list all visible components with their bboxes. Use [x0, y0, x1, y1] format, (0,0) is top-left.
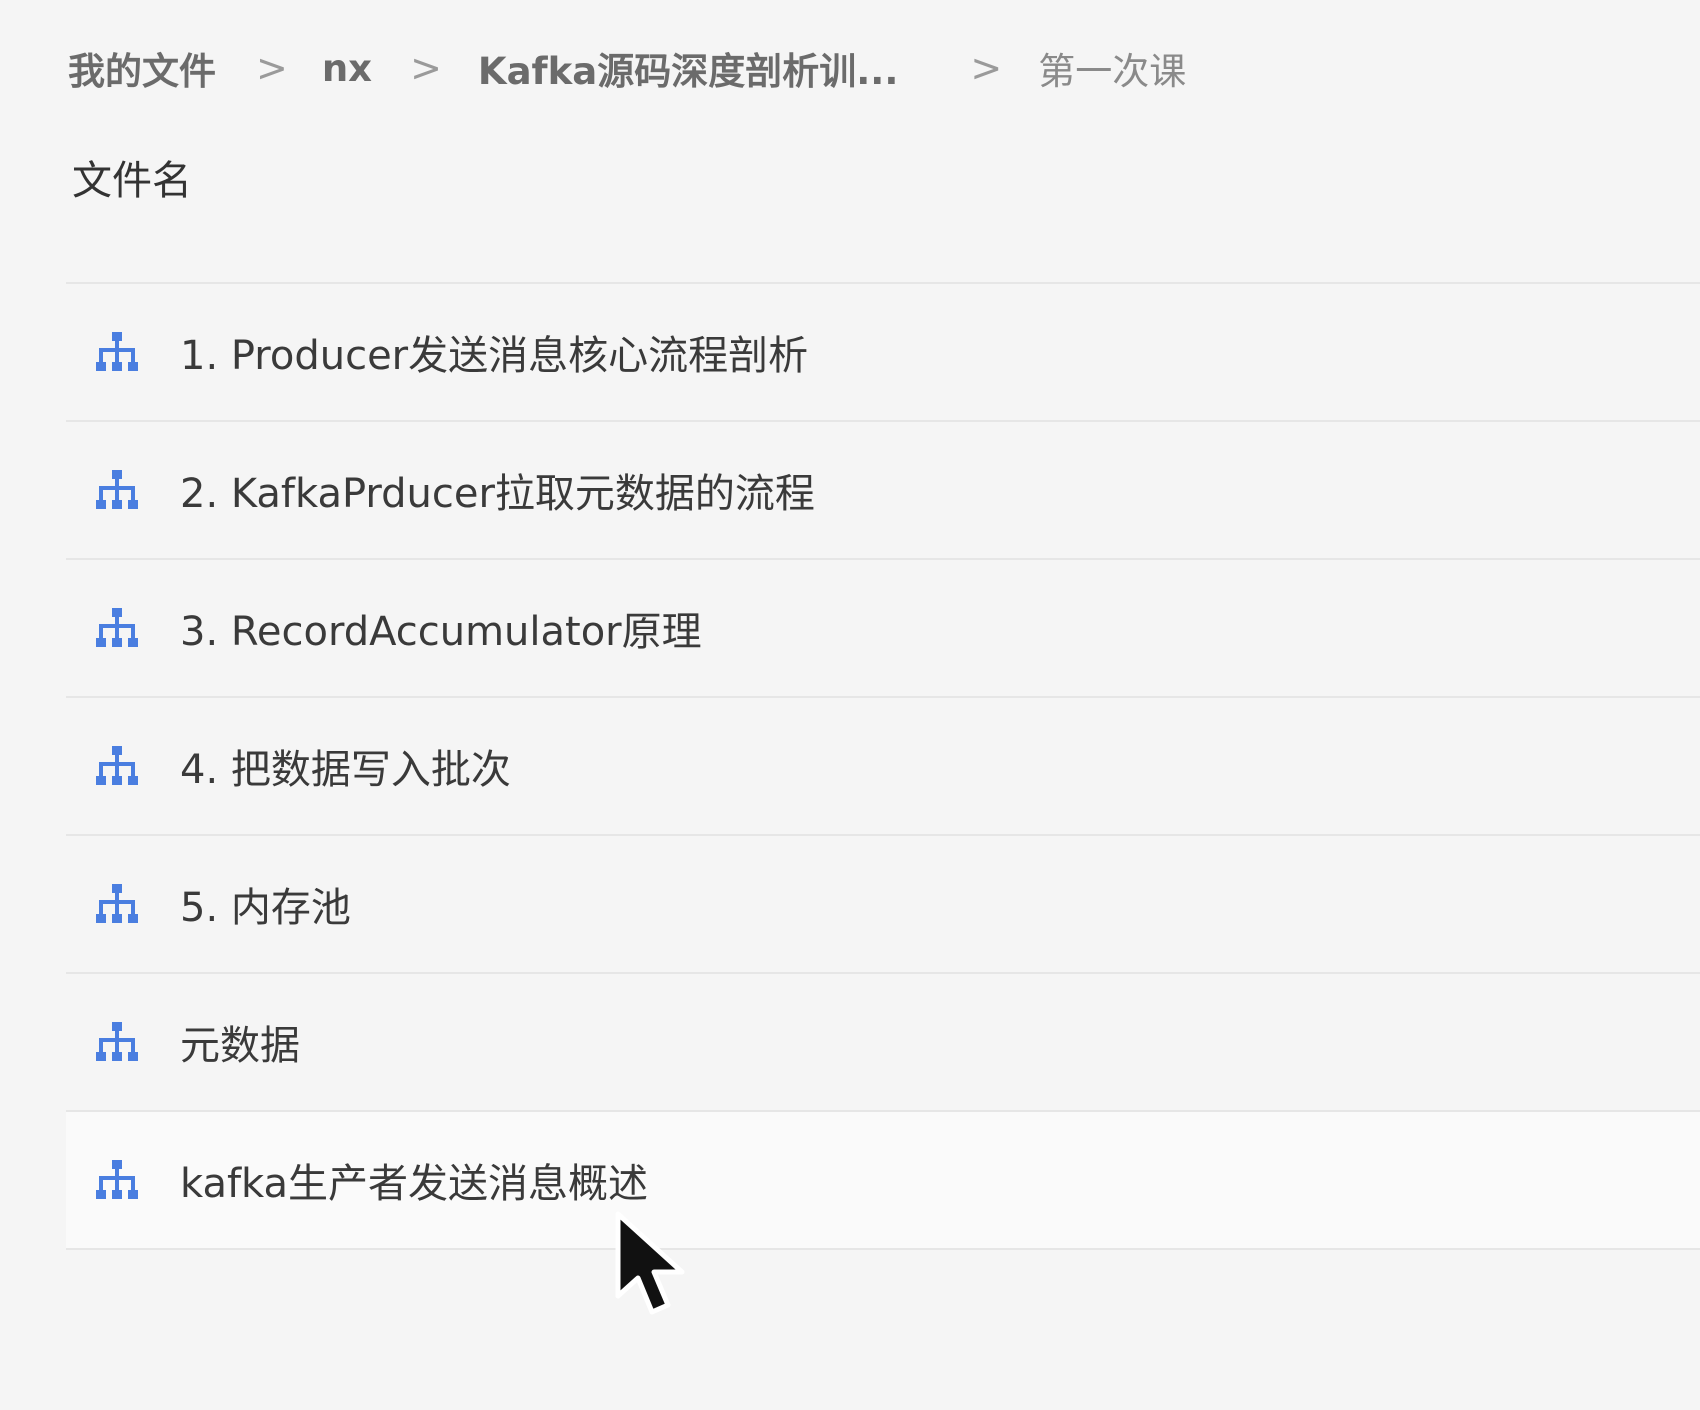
file-name: 元数据: [180, 1023, 300, 1069]
file-name: 2. KafkaPrducer拉取元数据的流程: [180, 471, 815, 517]
breadcrumb-my-files[interactable]: 我的文件: [68, 41, 216, 95]
file-name: 1. Producer发送消息核心流程剖析: [180, 333, 809, 379]
breadcrumb-nx[interactable]: nx: [322, 47, 372, 90]
mindmap-icon: [92, 465, 142, 515]
file-name: 3. RecordAccumulator原理: [180, 609, 702, 655]
breadcrumb-separator: >: [410, 46, 442, 90]
mindmap-icon: [92, 327, 142, 377]
file-row[interactable]: 2. KafkaPrducer拉取元数据的流程: [66, 422, 1700, 560]
mindmap-icon: [92, 1155, 142, 1205]
file-row[interactable]: 4. 把数据写入批次: [66, 698, 1700, 836]
file-name: 4. 把数据写入批次: [180, 747, 511, 793]
mindmap-icon: [92, 741, 142, 791]
mindmap-icon: [92, 879, 142, 929]
breadcrumb: 我的文件 > nx > Kafka源码深度剖析训... > 第一次课: [68, 40, 1186, 96]
breadcrumb-separator: >: [256, 46, 288, 90]
file-name-column-header[interactable]: 文件名: [72, 148, 192, 206]
mindmap-icon: [92, 1017, 142, 1067]
file-name: 5. 内存池: [180, 885, 351, 931]
breadcrumb-kafka-course[interactable]: Kafka源码深度剖析训...: [478, 41, 898, 95]
file-row[interactable]: 5. 内存池: [66, 836, 1700, 974]
file-row[interactable]: 1. Producer发送消息核心流程剖析: [66, 284, 1700, 422]
file-row[interactable]: 元数据: [66, 974, 1700, 1112]
breadcrumb-current-folder: 第一次课: [1038, 50, 1187, 93]
mindmap-icon: [92, 603, 142, 653]
file-list: 1. Producer发送消息核心流程剖析 2. KafkaPrducer拉取元…: [66, 282, 1700, 1250]
breadcrumb-separator: >: [970, 46, 1003, 90]
file-browser-page: 我的文件 > nx > Kafka源码深度剖析训... > 第一次课 文件名 1…: [0, 0, 1700, 1410]
file-name: kafka生产者发送消息概述: [180, 1161, 649, 1207]
file-row[interactable]: kafka生产者发送消息概述: [66, 1112, 1700, 1250]
file-row[interactable]: 3. RecordAccumulator原理: [66, 560, 1700, 698]
